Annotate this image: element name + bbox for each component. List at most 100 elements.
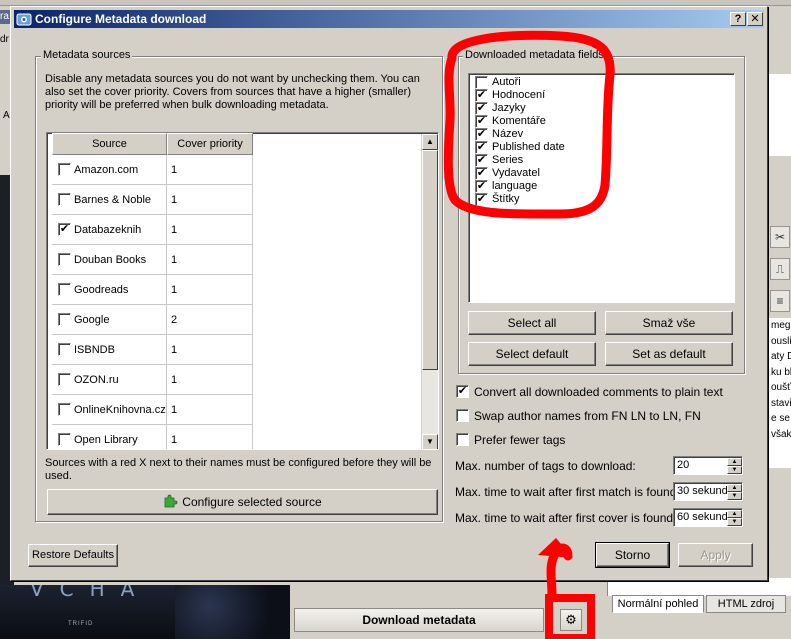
download-metadata-button[interactable]: Download metadata xyxy=(294,608,544,632)
field-checkbox[interactable]: ✔ xyxy=(475,180,488,193)
column-cover-priority[interactable]: Cover priority xyxy=(167,133,253,155)
configure-source-label: Configure selected source xyxy=(182,495,322,509)
scroll-down-icon[interactable]: ▼ xyxy=(422,434,438,449)
cover-timeout-spinbox[interactable]: 60 sekund ▲ ▼ xyxy=(673,508,743,527)
source-checkbox[interactable] xyxy=(58,313,71,326)
puzzle-piece-icon xyxy=(164,494,178,508)
configure-source-button[interactable]: Configure selected source xyxy=(47,489,438,515)
spin-down-icon[interactable]: ▼ xyxy=(727,518,742,526)
field-checkbox[interactable]: ✔ xyxy=(475,141,488,154)
select-all-button[interactable]: Select all xyxy=(468,311,596,335)
spin-down-icon[interactable]: ▼ xyxy=(727,492,742,500)
scroll-up-icon[interactable]: ▲ xyxy=(422,134,438,150)
restore-defaults-button[interactable]: Restore Defaults xyxy=(28,544,118,567)
background-left-label-2: dr xyxy=(0,34,9,45)
scissors-icon[interactable]: ✂ xyxy=(770,226,790,248)
source-name: ISBNDB xyxy=(74,344,115,356)
field-checkbox[interactable] xyxy=(475,76,488,89)
background-cover-image xyxy=(175,585,290,639)
table-row[interactable]: Barnes & Noble 1 xyxy=(52,185,253,215)
scroll-thumb[interactable] xyxy=(422,150,438,370)
field-checkbox[interactable]: ✔ xyxy=(475,115,488,128)
sources-rows: Amazon.com 1 Barnes & Noble 1 ✔ Databazek… xyxy=(52,155,424,449)
match-timeout-spinbox[interactable]: 30 sekund ▲ ▼ xyxy=(673,482,743,501)
source-name: Goodreads xyxy=(74,284,129,296)
source-priority[interactable]: 1 xyxy=(167,245,253,275)
spin-down-icon[interactable]: ▼ xyxy=(727,466,742,474)
table-row[interactable]: OZON.ru 1 xyxy=(52,365,253,395)
table-row[interactable]: Goodreads 1 xyxy=(52,275,253,305)
match-timeout-label: Max. time to wait after first match is f… xyxy=(455,485,680,499)
source-checkbox[interactable] xyxy=(58,193,71,206)
sources-scrollbar[interactable]: ▲ ▼ xyxy=(421,134,438,449)
field-checkbox[interactable]: ✔ xyxy=(475,89,488,102)
apply-button[interactable]: Apply xyxy=(678,543,753,567)
spin-up-icon[interactable]: ▲ xyxy=(727,484,742,492)
metadata-fields-title: Downloaded metadata fields xyxy=(463,49,606,61)
source-priority[interactable]: 1 xyxy=(167,275,253,305)
clear-all-button[interactable]: Smaž vše xyxy=(605,311,733,335)
source-priority[interactable]: 1 xyxy=(167,155,253,185)
table-row[interactable]: Open Library 1 xyxy=(52,425,253,449)
max-tags-label: Max. number of tags to download: xyxy=(455,459,636,473)
column-source[interactable]: Source xyxy=(52,133,167,155)
field-checkbox[interactable]: ✔ xyxy=(475,128,488,141)
tab-html-source[interactable]: HTML zdroj xyxy=(706,595,786,613)
option-checkbox[interactable] xyxy=(456,433,469,446)
gear-icon[interactable]: ⚙ xyxy=(560,609,582,631)
field-checkbox[interactable]: ✔ xyxy=(475,193,488,206)
source-priority[interactable]: 1 xyxy=(167,365,253,395)
align-icon[interactable]: ≡ xyxy=(770,290,790,312)
source-checkbox[interactable] xyxy=(58,343,71,356)
sources-description: Disable any metadata sources you do not … xyxy=(45,73,420,111)
table-row[interactable]: ISBNDB 1 xyxy=(52,335,253,365)
source-checkbox[interactable] xyxy=(58,373,71,386)
source-checkbox[interactable] xyxy=(58,403,71,416)
set-default-button[interactable]: Set as default xyxy=(605,342,733,366)
close-icon[interactable]: ✕ xyxy=(747,12,763,26)
source-priority[interactable]: 1 xyxy=(167,335,253,365)
sources-table: Source Cover priority Amazon.com 1 Barne… xyxy=(46,132,439,450)
source-checkbox[interactable]: ✔ xyxy=(58,223,71,236)
table-row[interactable]: Amazon.com 1 xyxy=(52,155,253,185)
table-row[interactable]: OnlineKnihovna.cz 1 xyxy=(52,395,253,425)
source-checkbox[interactable] xyxy=(58,163,71,176)
table-row[interactable]: ✔ Databazeknih 1 xyxy=(52,215,253,245)
source-checkbox[interactable] xyxy=(58,283,71,296)
source-name: OZON.ru xyxy=(74,374,119,386)
background-left-label-3: A xyxy=(3,110,10,121)
option-checkbox[interactable] xyxy=(456,409,469,422)
toolbar-icon[interactable]: ⎍ xyxy=(770,258,790,280)
sources-note: Sources with a red X next to their names… xyxy=(45,457,432,482)
metadata-fields-list[interactable]: Autoři ✔ Hodnocení ✔ Jazyky ✔ Komentáře ✔ Ná… xyxy=(468,73,735,303)
configure-metadata-dialog: Configure Metadata download ? ✕ Metadata… xyxy=(10,6,768,581)
source-checkbox[interactable] xyxy=(58,433,71,446)
source-checkbox[interactable] xyxy=(58,253,71,266)
max-tags-spinbox[interactable]: 20 ▲ ▼ xyxy=(673,456,743,475)
source-priority[interactable]: 1 xyxy=(167,425,253,449)
source-name: Open Library xyxy=(74,434,138,446)
option-checkbox[interactable]: ✔ xyxy=(456,385,469,398)
select-default-button[interactable]: Select default xyxy=(468,342,596,366)
source-priority[interactable]: 1 xyxy=(167,395,253,425)
field-checkbox[interactable]: ✔ xyxy=(475,102,488,115)
field-checkbox[interactable]: ✔ xyxy=(475,167,488,180)
table-row[interactable]: Douban Books 1 xyxy=(52,245,253,275)
table-row[interactable]: Google 2 xyxy=(52,305,253,335)
field-checkbox[interactable]: ✔ xyxy=(475,154,488,167)
cover-publisher: TRIFID xyxy=(68,621,94,627)
tab-normal-view[interactable]: Normální pohled xyxy=(612,595,704,613)
source-name: Douban Books xyxy=(74,254,147,266)
source-priority[interactable]: 1 xyxy=(167,185,253,215)
background-editor-text: mega ousli aty D ku bl oušť stavi e se v… xyxy=(768,318,791,468)
background-left-label-1: ra xyxy=(0,10,10,24)
source-priority[interactable]: 2 xyxy=(167,305,253,335)
help-button[interactable]: ? xyxy=(730,12,746,26)
source-priority[interactable]: 1 xyxy=(167,215,253,245)
source-name: OnlineKnihovna.cz xyxy=(74,404,166,416)
spin-up-icon[interactable]: ▲ xyxy=(727,510,742,518)
cancel-button[interactable]: Storno xyxy=(595,542,670,568)
spin-up-icon[interactable]: ▲ xyxy=(727,458,742,466)
source-name: Google xyxy=(74,314,110,326)
cover-title: VCHA xyxy=(30,585,151,601)
